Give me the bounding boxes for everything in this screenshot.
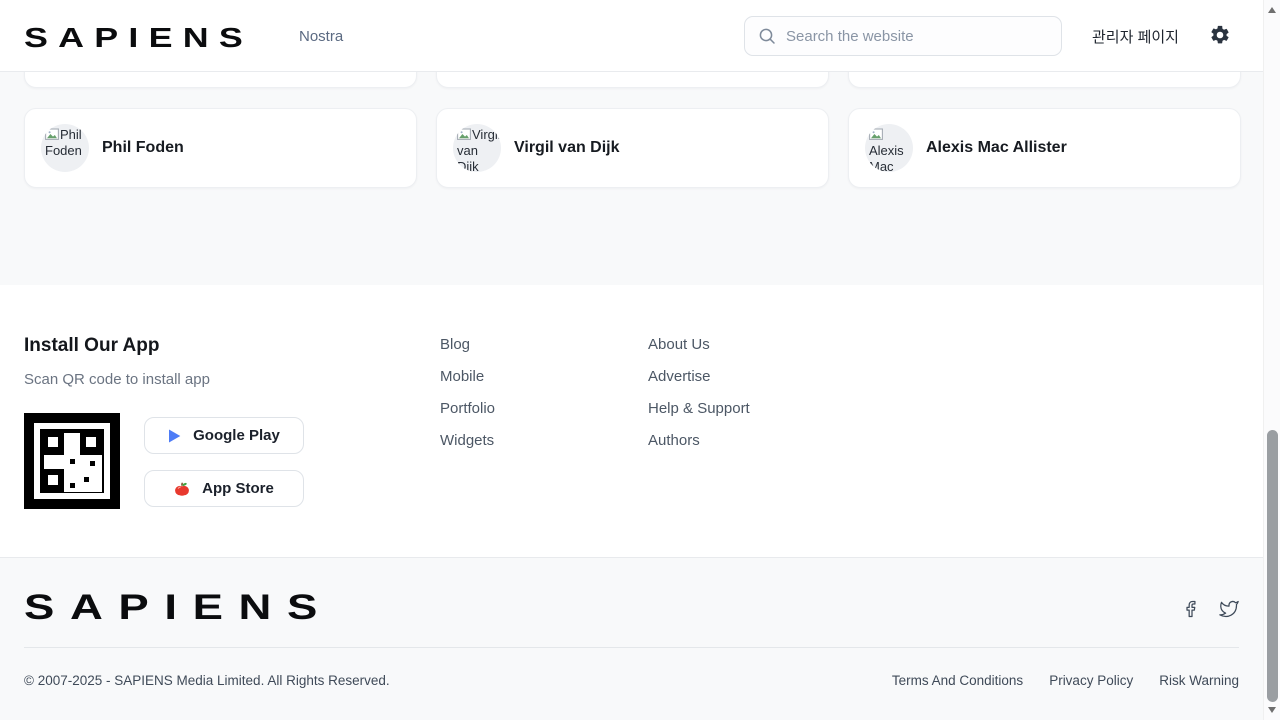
scrollbar-thumb[interactable] xyxy=(1267,430,1278,702)
terms-and-conditions-link[interactable]: Terms And Conditions xyxy=(892,673,1023,688)
footer-link-widgets[interactable]: Widgets xyxy=(440,425,495,457)
card-row: Phil Foden Phil Foden Virgil van Dijk Vi… xyxy=(24,108,1241,188)
footer-link-about-us[interactable]: About Us xyxy=(648,329,750,361)
footer-link-authors[interactable]: Authors xyxy=(648,425,750,457)
app-store-button[interactable]: App Store xyxy=(144,470,304,507)
qr-code xyxy=(24,413,120,509)
player-card-alexis-mac-allister[interactable]: Alexis Mac Allister Alexis Mac Allister xyxy=(848,108,1241,188)
search-input[interactable] xyxy=(786,28,1046,45)
page-content: SAPIENS Nostra 관리자 페이지 xyxy=(0,0,1263,720)
avatar-broken-image: Phil Foden xyxy=(41,124,89,172)
scrollbar[interactable] xyxy=(1263,0,1280,720)
avatar-broken-image: Alexis Mac Allister xyxy=(865,124,913,172)
player-name: Virgil van Dijk xyxy=(514,139,620,157)
player-name: Alexis Mac Allister xyxy=(926,139,1067,157)
gear-icon[interactable] xyxy=(1209,24,1233,48)
store-buttons: Google Play App Store xyxy=(144,417,304,507)
site-subtitle: Nostra xyxy=(299,28,343,45)
broken-image-icon xyxy=(869,128,883,141)
broken-image-icon xyxy=(457,128,471,141)
card-partial[interactable] xyxy=(24,72,417,88)
app-store-label: App Store xyxy=(202,480,274,497)
install-app-heading: Install Our App xyxy=(24,335,159,357)
play-triangle-icon xyxy=(168,429,181,443)
footer-link-help-support[interactable]: Help & Support xyxy=(648,393,750,425)
search-icon xyxy=(758,27,776,45)
twitter-icon[interactable] xyxy=(1219,599,1239,619)
social-icons xyxy=(1182,599,1239,619)
legal-links: Terms And Conditions Privacy Policy Risk… xyxy=(892,673,1239,688)
footer-link-portfolio[interactable]: Portfolio xyxy=(440,393,495,425)
facebook-icon[interactable] xyxy=(1182,599,1202,619)
footer-links-column-2: About Us Advertise Help & Support Author… xyxy=(648,329,750,457)
footer-links-column-1: Blog Mobile Portfolio Widgets xyxy=(440,329,495,457)
risk-warning-link[interactable]: Risk Warning xyxy=(1159,673,1239,688)
avatar-broken-image: Virgil van Dijk xyxy=(453,124,501,172)
google-play-button[interactable]: Google Play xyxy=(144,417,304,454)
privacy-policy-link[interactable]: Privacy Policy xyxy=(1049,673,1133,688)
footer-link-blog[interactable]: Blog xyxy=(440,329,495,361)
player-cards-section: Phil Foden Phil Foden Virgil van Dijk Vi… xyxy=(0,72,1263,285)
card-row-partial xyxy=(24,72,1241,88)
apple-icon xyxy=(174,481,190,497)
copyright-text: © 2007-2025 - SAPIENS Media Limited. All… xyxy=(24,673,390,688)
footer-link-mobile[interactable]: Mobile xyxy=(440,361,495,393)
player-name: Phil Foden xyxy=(102,139,184,157)
install-app-subtitle: Scan QR code to install app xyxy=(24,371,210,388)
broken-image-icon xyxy=(45,128,59,141)
card-partial[interactable] xyxy=(436,72,829,88)
google-play-label: Google Play xyxy=(193,427,280,444)
player-card-virgil-van-dijk[interactable]: Virgil van Dijk Virgil van Dijk xyxy=(436,108,829,188)
card-partial[interactable] xyxy=(848,72,1241,88)
footer-logo: SAPIENS xyxy=(24,588,333,628)
player-card-phil-foden[interactable]: Phil Foden Phil Foden xyxy=(24,108,417,188)
avatar-alt-text: Alexis Mac Allister xyxy=(869,143,908,172)
footer-main: Install Our App Scan QR code to install … xyxy=(0,285,1263,557)
search-box[interactable] xyxy=(744,16,1062,56)
site-logo[interactable]: SAPIENS xyxy=(24,22,253,54)
footer-divider xyxy=(24,647,1239,648)
navbar: SAPIENS Nostra 관리자 페이지 xyxy=(0,0,1263,72)
footer-link-advertise[interactable]: Advertise xyxy=(648,361,750,393)
footer-bottom: SAPIENS © 2007-2025 - SAPIENS Media Limi… xyxy=(0,557,1263,720)
admin-page-link[interactable]: 관리자 페이지 xyxy=(1092,0,1179,72)
scrollbar-up-arrow-icon[interactable] xyxy=(1268,7,1276,13)
scrollbar-down-arrow-icon[interactable] xyxy=(1268,707,1276,713)
